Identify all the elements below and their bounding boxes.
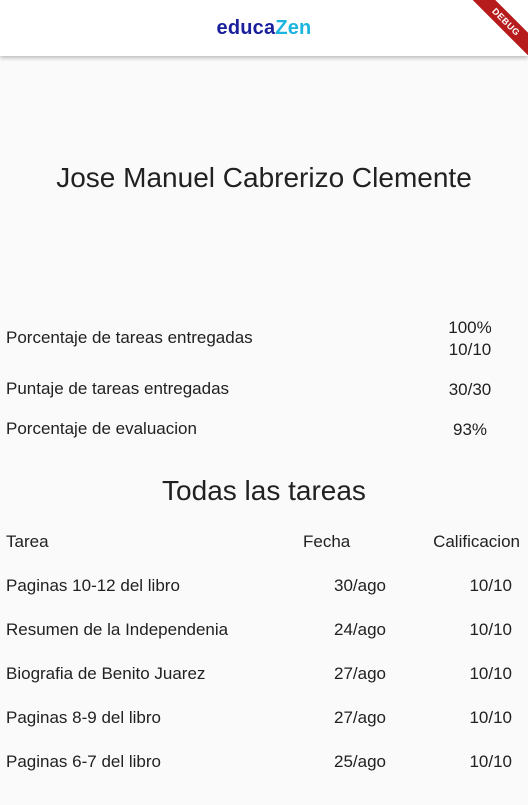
tasks-section-title: Todas las tareas — [162, 475, 366, 506]
task-grade: 10/10 — [469, 664, 512, 683]
task-grade: 10/10 — [469, 576, 512, 595]
table-row: Biografia de Benito Juarez 27/ago 10/10 — [6, 663, 520, 685]
logo-text-zen: Zen — [275, 17, 312, 39]
table-row: Paginas 8-9 del libro 27/ago 10/10 — [6, 707, 520, 729]
app-bar: educaZen — [0, 0, 528, 56]
stat-row-delivered-percent: Porcentaje de tareas entregadas 100% 10/… — [6, 317, 520, 361]
task-name: Paginas 8-9 del libro — [6, 708, 161, 727]
task-name: Biografia de Benito Juarez — [6, 664, 206, 683]
task-grade: 10/10 — [469, 708, 512, 727]
stat-row-delivered-score: Puntaje de tareas entregadas 30/30 — [6, 379, 520, 401]
task-name: Paginas 6-7 del libro — [6, 752, 161, 771]
column-header-grade: Calificacion — [433, 532, 520, 551]
table-row: Resumen de la Independenia 24/ago 10/10 — [6, 619, 520, 641]
stat-value-percent: 100% — [448, 318, 492, 337]
stat-value: 30/30 — [448, 380, 492, 399]
tasks-table-header: Tarea Fecha Calificacion — [6, 531, 520, 553]
table-row: Paginas 10-12 del libro 30/ago 10/10 — [6, 575, 520, 597]
task-name: Resumen de la Independenia — [6, 620, 229, 639]
logo-text-educa: educa — [216, 17, 276, 39]
student-name: Jose Manuel Cabrerizo Clemente — [56, 162, 472, 193]
stat-row-evaluation: Porcentaje de evaluacion 93% — [6, 419, 520, 441]
stat-label: Puntaje de tareas entregadas — [6, 379, 230, 398]
table-row: Paginas 6-7 del libro 25/ago 10/10 — [6, 751, 520, 773]
stat-label: Porcentaje de tareas entregadas — [6, 328, 253, 347]
stat-value: 93% — [452, 420, 488, 439]
app-logo: educaZen — [0, 17, 528, 39]
column-header-task: Tarea — [6, 532, 49, 551]
stat-label: Porcentaje de evaluacion — [6, 419, 197, 438]
task-date: 25/ago — [334, 752, 386, 771]
task-name: Paginas 10-12 del libro — [6, 576, 180, 595]
task-date: 27/ago — [334, 664, 386, 683]
task-grade: 10/10 — [469, 752, 512, 771]
task-date: 30/ago — [334, 576, 386, 595]
task-grade: 10/10 — [469, 620, 512, 639]
stat-value-count: 10/10 — [448, 340, 492, 359]
task-date: 24/ago — [334, 620, 386, 639]
column-header-date: Fecha — [303, 532, 351, 551]
task-date: 27/ago — [334, 708, 386, 727]
